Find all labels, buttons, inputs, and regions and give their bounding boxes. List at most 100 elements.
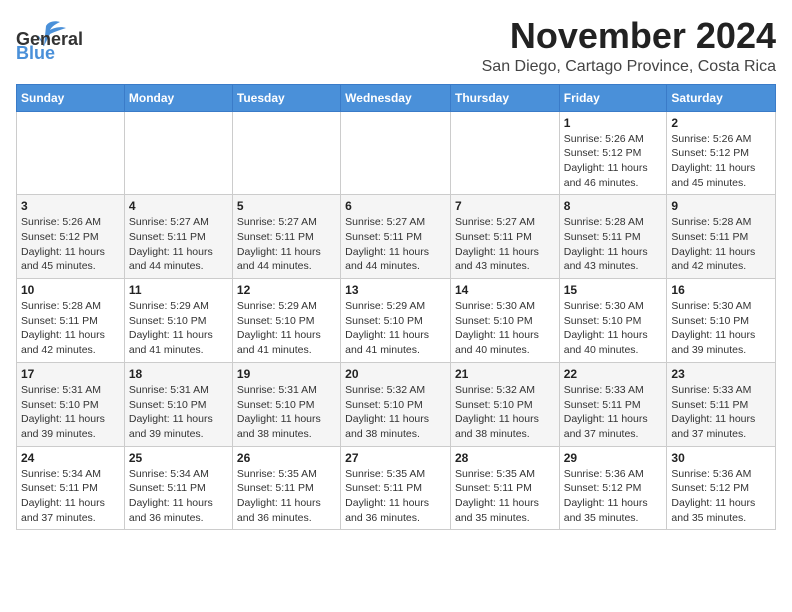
day-number: 18 [129, 367, 228, 381]
calendar-cell: 26 Sunrise: 5:35 AM Sunset: 5:11 PM Dayli… [232, 446, 340, 530]
calendar-cell: 25 Sunrise: 5:34 AM Sunset: 5:11 PM Dayli… [124, 446, 232, 530]
weekday-header: Thursday [450, 84, 559, 111]
page-header: General Blue November 2024 San Diego, Ca… [16, 16, 776, 76]
day-info: Sunrise: 5:30 AM Sunset: 5:10 PM Dayligh… [671, 299, 771, 358]
calendar-cell: 20Sunrise: 5:32 AM Sunset: 5:10 PM Dayli… [341, 362, 451, 446]
day-info: Sunrise: 5:31 AM Sunset: 5:10 PM Dayligh… [21, 383, 120, 442]
calendar-cell: 7 Sunrise: 5:27 AM Sunset: 5:11 PM Daylig… [450, 195, 559, 279]
day-info: Sunrise: 5:27 AM Sunset: 5:11 PM Dayligh… [345, 215, 446, 274]
day-number: 11 [129, 283, 228, 297]
calendar-cell: 22 Sunrise: 5:33 AM Sunset: 5:11 PM Dayli… [559, 362, 667, 446]
calendar-cell: 21 Sunrise: 5:32 AM Sunset: 5:10 PM Dayli… [450, 362, 559, 446]
calendar-cell: 6 Sunrise: 5:27 AM Sunset: 5:11 PM Daylig… [341, 195, 451, 279]
day-number: 4 [129, 199, 228, 213]
calendar-cell [124, 111, 232, 195]
day-info: Sunrise: 5:33 AM Sunset: 5:11 PM Dayligh… [564, 383, 663, 442]
day-number: 6 [345, 199, 446, 213]
day-info: Sunrise: 5:35 AM Sunset: 5:11 PM Dayligh… [237, 467, 336, 526]
day-info: Sunrise: 5:30 AM Sunset: 5:10 PM Dayligh… [455, 299, 555, 358]
day-number: 1 [564, 116, 663, 130]
calendar-cell: 29Sunrise: 5:36 AM Sunset: 5:12 PM Dayli… [559, 446, 667, 530]
logo: General Blue [16, 16, 70, 60]
day-number: 5 [237, 199, 336, 213]
day-info: Sunrise: 5:28 AM Sunset: 5:11 PM Dayligh… [564, 215, 663, 274]
day-info: Sunrise: 5:30 AM Sunset: 5:10 PM Dayligh… [564, 299, 663, 358]
day-info: Sunrise: 5:26 AM Sunset: 5:12 PM Dayligh… [564, 132, 663, 191]
day-info: Sunrise: 5:26 AM Sunset: 5:12 PM Dayligh… [21, 215, 120, 274]
calendar-week-row: 24 Sunrise: 5:34 AM Sunset: 5:11 PM Dayli… [17, 446, 776, 530]
calendar-table: SundayMondayTuesdayWednesdayThursdayFrid… [16, 84, 776, 531]
day-number: 13 [345, 283, 446, 297]
weekday-header: Monday [124, 84, 232, 111]
day-info: Sunrise: 5:31 AM Sunset: 5:10 PM Dayligh… [129, 383, 228, 442]
day-info: Sunrise: 5:33 AM Sunset: 5:11 PM Dayligh… [671, 383, 771, 442]
day-number: 29 [564, 451, 663, 465]
day-info: Sunrise: 5:28 AM Sunset: 5:11 PM Dayligh… [21, 299, 120, 358]
day-number: 19 [237, 367, 336, 381]
day-number: 9 [671, 199, 771, 213]
calendar-cell [232, 111, 340, 195]
calendar-cell [450, 111, 559, 195]
weekday-header-row: SundayMondayTuesdayWednesdayThursdayFrid… [17, 84, 776, 111]
day-info: Sunrise: 5:29 AM Sunset: 5:10 PM Dayligh… [129, 299, 228, 358]
day-info: Sunrise: 5:35 AM Sunset: 5:11 PM Dayligh… [345, 467, 446, 526]
day-number: 17 [21, 367, 120, 381]
calendar-cell: 23 Sunrise: 5:33 AM Sunset: 5:11 PM Dayli… [667, 362, 776, 446]
day-number: 2 [671, 116, 771, 130]
day-number: 28 [455, 451, 555, 465]
day-number: 27 [345, 451, 446, 465]
calendar-cell: 18 Sunrise: 5:31 AM Sunset: 5:10 PM Dayli… [124, 362, 232, 446]
day-number: 22 [564, 367, 663, 381]
day-number: 25 [129, 451, 228, 465]
calendar-cell: 27 Sunrise: 5:35 AM Sunset: 5:11 PM Dayli… [341, 446, 451, 530]
calendar-cell: 15 Sunrise: 5:30 AM Sunset: 5:10 PM Dayli… [559, 279, 667, 363]
calendar-cell: 13Sunrise: 5:29 AM Sunset: 5:10 PM Dayli… [341, 279, 451, 363]
day-info: Sunrise: 5:29 AM Sunset: 5:10 PM Dayligh… [237, 299, 336, 358]
calendar-cell: 24 Sunrise: 5:34 AM Sunset: 5:11 PM Dayli… [17, 446, 125, 530]
weekday-header: Saturday [667, 84, 776, 111]
calendar-cell [341, 111, 451, 195]
day-number: 8 [564, 199, 663, 213]
day-number: 15 [564, 283, 663, 297]
calendar-cell: 2 Sunrise: 5:26 AM Sunset: 5:12 PM Daylig… [667, 111, 776, 195]
day-info: Sunrise: 5:27 AM Sunset: 5:11 PM Dayligh… [129, 215, 228, 274]
location-subtitle: San Diego, Cartago Province, Costa Rica [482, 58, 776, 76]
calendar-cell: 17 Sunrise: 5:31 AM Sunset: 5:10 PM Dayli… [17, 362, 125, 446]
weekday-header: Friday [559, 84, 667, 111]
day-info: Sunrise: 5:36 AM Sunset: 5:12 PM Dayligh… [671, 467, 771, 526]
calendar-week-row: 3Sunrise: 5:26 AM Sunset: 5:12 PM Daylig… [17, 195, 776, 279]
day-info: Sunrise: 5:32 AM Sunset: 5:10 PM Dayligh… [345, 383, 446, 442]
calendar-week-row: 10 Sunrise: 5:28 AM Sunset: 5:11 PM Dayli… [17, 279, 776, 363]
day-number: 26 [237, 451, 336, 465]
calendar-cell: 14 Sunrise: 5:30 AM Sunset: 5:10 PM Dayli… [450, 279, 559, 363]
calendar-cell: 30 Sunrise: 5:36 AM Sunset: 5:12 PM Dayli… [667, 446, 776, 530]
calendar-cell: 12 Sunrise: 5:29 AM Sunset: 5:10 PM Dayli… [232, 279, 340, 363]
day-info: Sunrise: 5:27 AM Sunset: 5:11 PM Dayligh… [455, 215, 555, 274]
day-number: 24 [21, 451, 120, 465]
calendar-cell: 16Sunrise: 5:30 AM Sunset: 5:10 PM Dayli… [667, 279, 776, 363]
day-number: 7 [455, 199, 555, 213]
calendar-cell: 3Sunrise: 5:26 AM Sunset: 5:12 PM Daylig… [17, 195, 125, 279]
calendar-cell: 8 Sunrise: 5:28 AM Sunset: 5:11 PM Daylig… [559, 195, 667, 279]
day-info: Sunrise: 5:35 AM Sunset: 5:11 PM Dayligh… [455, 467, 555, 526]
day-info: Sunrise: 5:32 AM Sunset: 5:10 PM Dayligh… [455, 383, 555, 442]
calendar-cell: 5 Sunrise: 5:27 AM Sunset: 5:11 PM Daylig… [232, 195, 340, 279]
weekday-header: Wednesday [341, 84, 451, 111]
calendar-cell: 19Sunrise: 5:31 AM Sunset: 5:10 PM Dayli… [232, 362, 340, 446]
day-info: Sunrise: 5:28 AM Sunset: 5:11 PM Dayligh… [671, 215, 771, 274]
day-info: Sunrise: 5:34 AM Sunset: 5:11 PM Dayligh… [129, 467, 228, 526]
day-info: Sunrise: 5:26 AM Sunset: 5:12 PM Dayligh… [671, 132, 771, 191]
day-info: Sunrise: 5:27 AM Sunset: 5:11 PM Dayligh… [237, 215, 336, 274]
day-number: 23 [671, 367, 771, 381]
day-number: 21 [455, 367, 555, 381]
day-number: 10 [21, 283, 120, 297]
day-info: Sunrise: 5:34 AM Sunset: 5:11 PM Dayligh… [21, 467, 120, 526]
day-number: 12 [237, 283, 336, 297]
day-number: 30 [671, 451, 771, 465]
calendar-week-row: 17 Sunrise: 5:31 AM Sunset: 5:10 PM Dayli… [17, 362, 776, 446]
day-number: 14 [455, 283, 555, 297]
calendar-cell: 11 Sunrise: 5:29 AM Sunset: 5:10 PM Dayli… [124, 279, 232, 363]
month-title: November 2024 [482, 16, 776, 56]
calendar-cell: 1 Sunrise: 5:26 AM Sunset: 5:12 PM Daylig… [559, 111, 667, 195]
calendar-cell: 9 Sunrise: 5:28 AM Sunset: 5:11 PM Daylig… [667, 195, 776, 279]
